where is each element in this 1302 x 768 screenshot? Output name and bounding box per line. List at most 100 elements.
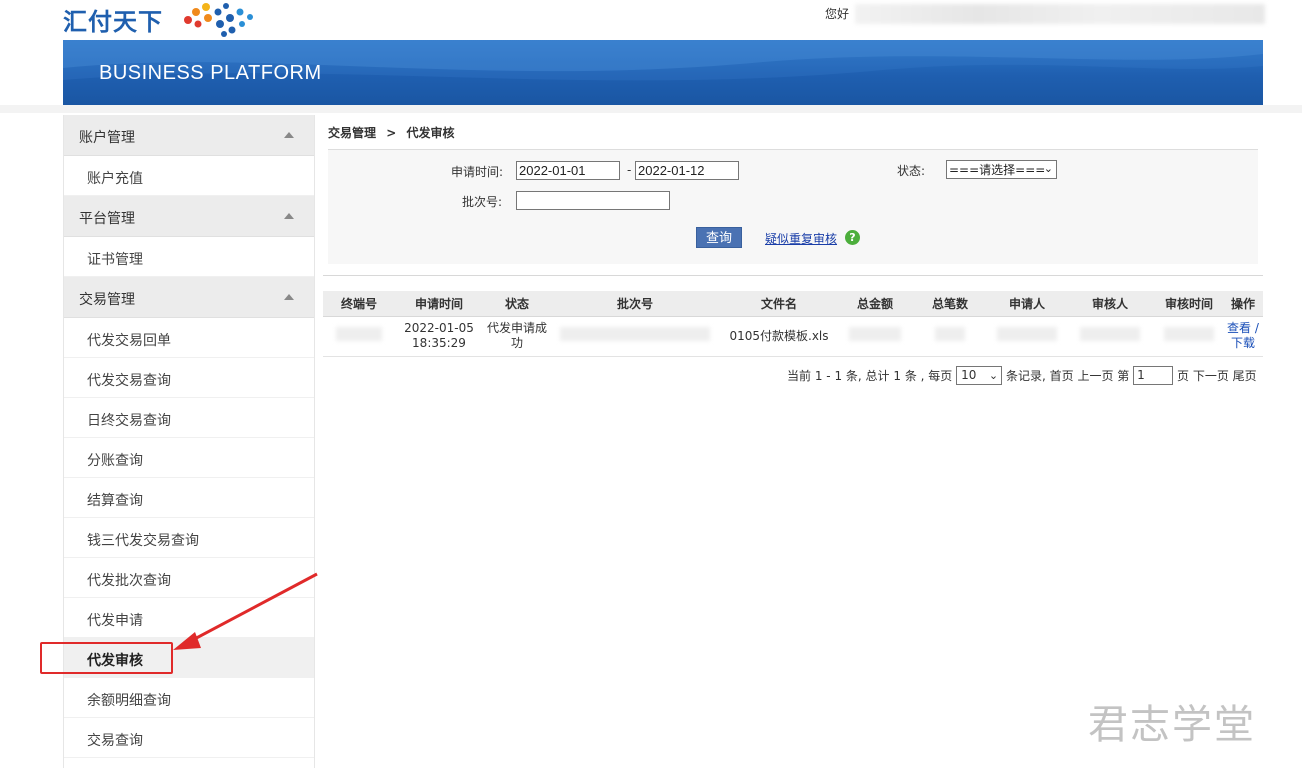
batch-number-input[interactable] — [516, 191, 670, 210]
batch-number-label: 批次号: — [462, 195, 503, 209]
sidebar-group-label: 账户管理 — [79, 130, 135, 146]
help-icon[interactable]: ? — [845, 230, 860, 245]
status-select-value: ===请选择=== — [949, 163, 1046, 177]
page-size-select[interactable]: 10 ⌄ — [956, 366, 1003, 385]
sidebar-group-transaction[interactable]: 交易管理 — [64, 277, 314, 318]
end-date-input[interactable] — [635, 161, 739, 180]
pagination: 当前 1 - 1 条, 总计 1 条 , 每页 10 ⌄ 条记录, 首页 上一页 … — [787, 366, 1257, 386]
cell-actions: 查看 / 下载 — [1223, 316, 1263, 357]
sidebar-item-label: 余额明细查询 — [87, 693, 171, 709]
table-header-row: 终端号 申请时间 状态 批次号 文件名 总金额 总笔数 申请人 审核人 审核时间… — [323, 291, 1263, 317]
chevron-up-icon — [284, 213, 294, 219]
column-header: 批次号 — [551, 291, 719, 317]
column-header: 总笔数 — [911, 291, 989, 317]
cell-count-redacted — [911, 316, 989, 357]
chevron-up-icon — [284, 132, 294, 138]
company-logo-text: 汇付天下 — [63, 8, 163, 36]
cell-terminal-redacted — [323, 316, 395, 357]
cell-amount-redacted — [839, 316, 911, 357]
date-range-separator: - — [627, 163, 632, 177]
query-button[interactable]: 查询 — [696, 227, 742, 248]
first-page-link[interactable]: 首页 — [1050, 369, 1074, 383]
cell-file-name: 0105付款模板.xls — [719, 316, 839, 357]
sidebar-item-label: 代发申请 — [87, 613, 143, 629]
results-table: 终端号 申请时间 状态 批次号 文件名 总金额 总笔数 申请人 审核人 审核时间… — [323, 291, 1263, 357]
apply-date: 2022-01-05 — [404, 321, 474, 335]
page-suffix: 页 — [1176, 369, 1189, 383]
sidebar-item-qiansan-query[interactable]: 钱三代发交易查询 — [64, 518, 314, 558]
sidebar-item-label: 分账查询 — [87, 453, 143, 469]
sidebar-item-certificate[interactable]: 证书管理 — [64, 237, 314, 277]
page-size-value: 10 — [961, 368, 977, 382]
banner-divider — [0, 105, 1302, 113]
pager-unit: 条 , 每页 — [904, 369, 953, 383]
action-separator: / — [1254, 321, 1259, 335]
column-header: 审核人 — [1065, 291, 1155, 317]
company-logo-icon — [184, 3, 253, 37]
pager-total: 1 — [893, 369, 902, 383]
pager-range: 1 - 1 — [814, 369, 843, 383]
status-label: 状态: — [897, 164, 926, 178]
column-header: 文件名 — [719, 291, 839, 317]
page-number-input[interactable]: 1 — [1133, 366, 1174, 385]
column-header: 终端号 — [323, 291, 395, 317]
cell-applicant-redacted — [989, 316, 1065, 357]
duplicate-review-link[interactable]: 疑似重复审核 — [765, 230, 837, 247]
sidebar-item-settlement-query[interactable]: 结算查询 — [64, 478, 314, 518]
last-page-link[interactable]: 尾页 — [1233, 369, 1257, 383]
sidebar-item-balance-detail[interactable]: 余额明细查询 — [64, 678, 314, 718]
annotation-highlight-box — [40, 642, 173, 674]
top-bar: 汇付天下 您好 — [0, 0, 1302, 40]
annotation-arrow-icon — [173, 572, 318, 650]
sidebar-item-transaction-query[interactable]: 交易查询 — [64, 718, 314, 758]
sidebar-item-label: 代发交易回单 — [87, 333, 171, 349]
cell-reviewer-redacted — [1065, 316, 1155, 357]
view-link[interactable]: 查看 — [1227, 321, 1251, 335]
chevron-up-icon — [284, 294, 294, 300]
cell-apply-time: 2022-01-05 18:35:29 — [395, 316, 483, 357]
page-prefix: 第 — [1117, 369, 1130, 383]
sidebar-item-label: 代发交易查询 — [87, 373, 171, 389]
breadcrumb: 交易管理 > 代发审核 — [328, 124, 454, 141]
column-header: 申请时间 — [395, 291, 483, 317]
sidebar-item-payout-query[interactable]: 代发交易查询 — [64, 358, 314, 398]
username-redacted — [855, 4, 1265, 24]
apply-clock: 18:35:29 — [412, 336, 466, 350]
pager-prefix: 当前 — [787, 369, 812, 383]
sidebar-item-daily-query[interactable]: 日终交易查询 — [64, 398, 314, 438]
column-header: 状态 — [483, 291, 551, 317]
sidebar-group-label: 平台管理 — [79, 211, 135, 227]
panel-divider — [323, 275, 1263, 276]
start-date-input[interactable] — [516, 161, 620, 180]
prev-page-link[interactable]: 上一页 — [1077, 369, 1113, 383]
column-header: 操作 — [1223, 291, 1263, 317]
cell-batch-redacted — [551, 316, 719, 357]
sidebar-item-account-recharge[interactable]: 账户充值 — [64, 156, 314, 196]
status-select[interactable]: ===请选择=== ⌄ — [946, 160, 1057, 179]
banner-title: BUSINESS PLATFORM — [99, 62, 322, 84]
next-page-link[interactable]: 下一页 — [1193, 369, 1229, 383]
download-link[interactable]: 下载 — [1231, 336, 1255, 350]
watermark: 君志学堂 — [1088, 702, 1256, 748]
table-row: 2022-01-05 18:35:29 代发申请成功 0105付款模板.xls … — [323, 316, 1263, 357]
sidebar-group-account[interactable]: 账户管理 — [64, 115, 314, 156]
sidebar-item-payout-receipt[interactable]: 代发交易回单 — [64, 318, 314, 358]
chevron-down-icon: ⌄ — [988, 369, 999, 382]
sidebar-item-label: 日终交易查询 — [87, 413, 171, 429]
sidebar-group-platform[interactable]: 平台管理 — [64, 196, 314, 237]
column-header: 审核时间 — [1155, 291, 1223, 317]
sidebar-item-label: 交易查询 — [87, 733, 143, 749]
breadcrumb-current: 代发审核 — [406, 126, 455, 140]
column-header: 总金额 — [839, 291, 911, 317]
sidebar-item-label: 证书管理 — [87, 252, 143, 268]
breadcrumb-separator: > — [386, 126, 397, 140]
sidebar-item-label: 结算查询 — [87, 493, 143, 509]
pager-unit: 条, 总计 — [845, 369, 890, 383]
sidebar-item-label: 钱三代发交易查询 — [87, 533, 199, 549]
column-header: 申请人 — [989, 291, 1065, 317]
breadcrumb-parent[interactable]: 交易管理 — [328, 126, 376, 140]
sidebar-item-label: 代发批次查询 — [87, 573, 171, 589]
sidebar-item-split-query[interactable]: 分账查询 — [64, 438, 314, 478]
chevron-down-icon: ⌄ — [1043, 162, 1053, 175]
greeting-text: 您好 — [825, 7, 850, 21]
